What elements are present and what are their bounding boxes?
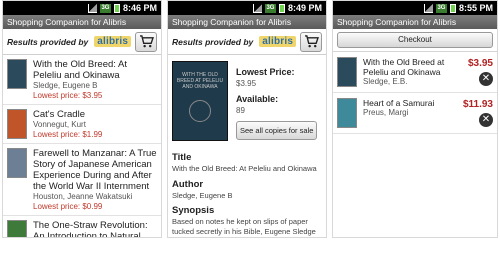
network-3g-icon: 3G [435, 3, 447, 13]
signal-icon [423, 3, 433, 13]
cart-list-item[interactable]: With the Old Breed at Peleliu and Okinaw… [333, 52, 497, 93]
app-title-bar: Shopping Companion for Alibris [3, 15, 161, 29]
signal-icon [252, 3, 262, 13]
book-title: Cat's Cradle [33, 109, 85, 120]
signal-icon [87, 3, 97, 13]
clock: 8:49 PM [287, 3, 322, 13]
network-3g-icon: 3G [99, 3, 111, 13]
clock: 8:46 PM [122, 3, 157, 13]
battery-icon [449, 3, 456, 13]
title-value: With the Old Breed: At Peleliu and Okina… [172, 164, 317, 173]
cart-book-author: Sledge, E.B. [363, 77, 408, 86]
alibris-logo: alibris [94, 36, 132, 47]
results-header: Results provided by alibris [3, 29, 161, 55]
see-all-copies-button[interactable]: See all copies for sale [236, 121, 318, 140]
battery-icon [278, 3, 285, 13]
book-author: Vonnegut, Kurt [33, 120, 86, 129]
synopsis-heading: Synopsis [172, 205, 215, 216]
app-title-bar: Shopping Companion for Alibris [168, 15, 326, 29]
lowest-price-label: Lowest Price: [236, 67, 295, 77]
lowest-price-value: $3.95 [236, 79, 257, 88]
status-bar: 3G 8:46 PM [3, 1, 161, 15]
screen-results-list: 3G 8:46 PM Shopping Companion for Alibri… [2, 0, 162, 238]
book-author: Sledge, Eugene B [33, 81, 98, 90]
cart-list-item[interactable]: Heart of a Samurai Preus, Margi $11.93 ✕ [333, 93, 497, 134]
shopping-cart-icon [304, 35, 319, 48]
book-lowest-price: Lowest price: $1.99 [33, 129, 103, 139]
cart-book-title: Heart of a Samurai [363, 98, 435, 108]
cart-book-author: Preus, Margi [363, 108, 409, 117]
book-cover-thumbnail [337, 98, 357, 128]
remove-item-icon[interactable]: ✕ [479, 113, 493, 127]
results-header: Results provided by alibris [168, 29, 326, 55]
book-cover-thumbnail [7, 59, 27, 89]
list-item[interactable]: With the Old Breed: At Peleliu and Okina… [3, 55, 161, 105]
results-label: Results provided by [172, 36, 254, 47]
title-heading: Title [172, 152, 192, 163]
shopping-cart-icon [139, 35, 154, 48]
status-bar: 3G 8:49 PM [168, 1, 326, 15]
book-cover-image: WITH THE OLD BREED AT PELELIU AND OKINAW… [172, 61, 228, 141]
battery-icon [113, 3, 120, 13]
cover-emblem-icon [189, 100, 211, 122]
synopsis-text: Based on notes he kept on slips of paper… [172, 217, 318, 237]
results-label: Results provided by [7, 36, 89, 47]
remove-item-icon[interactable]: ✕ [479, 72, 493, 86]
cart-item-price: $3.95 [467, 58, 493, 69]
author-value: Sledge, Eugene B [172, 190, 233, 200]
list-item[interactable]: Cat's Cradle Vonnegut, Kurt Lowest price… [3, 105, 161, 144]
book-lowest-price: Lowest price: $3.95 [33, 90, 103, 100]
cart-item-price: $11.93 [462, 99, 493, 110]
available-label: Available: [236, 94, 279, 104]
clock: 8:55 PM [458, 3, 493, 13]
book-cover-thumbnail [7, 148, 27, 178]
checkout-button[interactable]: Checkout [337, 32, 493, 48]
book-title: Farewell to Manzanar: A True Story of Ja… [33, 148, 157, 192]
available-count: 89 [236, 106, 245, 115]
book-cover-thumbnail [337, 57, 357, 87]
cover-text: WITH THE OLD BREED AT PELELIU AND OKINAW… [176, 72, 224, 90]
status-bar: 3G 8:55 PM [333, 1, 497, 15]
book-title: The One-Straw Revolution: An Introductio… [33, 220, 148, 238]
author-heading: Author [172, 178, 204, 190]
cart-button[interactable] [300, 31, 322, 52]
book-lowest-price: Lowest price: $0.99 [33, 201, 103, 211]
network-3g-icon: 3G [264, 3, 276, 13]
app-title-bar: Shopping Companion for Alibris [333, 15, 497, 29]
book-cover-thumbnail [7, 220, 27, 237]
book-author: Houston, Jeanne Wakatsuki [33, 192, 133, 201]
cart-book-title: With the Old Breed at Peleliu and Okinaw… [363, 57, 445, 77]
book-title: With the Old Breed: At Peleliu and Okina… [33, 59, 127, 81]
list-item[interactable]: Farewell to Manzanar: A True Story of Ja… [3, 144, 161, 216]
list-item[interactable]: The One-Straw Revolution: An Introductio… [3, 216, 161, 238]
screen-cart: 3G 8:55 PM Shopping Companion for Alibri… [332, 0, 498, 238]
cart-button[interactable] [135, 31, 157, 52]
book-cover-thumbnail [7, 109, 27, 139]
alibris-logo: alibris [259, 36, 297, 47]
screen-book-detail: 3G 8:49 PM Shopping Companion for Alibri… [167, 0, 327, 238]
